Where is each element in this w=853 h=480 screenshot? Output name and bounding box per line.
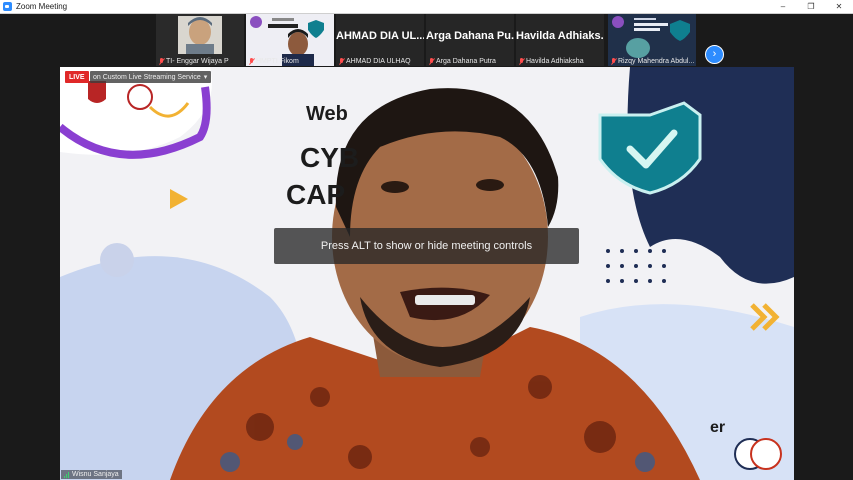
participant-tile[interactable]: AHMAD DIA UL... AHMAD DIA ULHAQ xyxy=(336,14,424,66)
participant-name: AHMAD DIA UL... xyxy=(336,30,424,42)
mic-muted-icon xyxy=(339,58,344,65)
title-bar: Zoom Meeting – ❐ ✕ xyxy=(0,0,853,14)
participant-name: Arga Dahana Pu... xyxy=(426,30,514,42)
zoom-app-icon xyxy=(3,2,12,11)
participant-label: HMPTI Fikom xyxy=(256,58,299,65)
stream-target-label: on Custom Live Streaming Service xyxy=(93,73,201,81)
participant-name: Havilda Adhiaks... xyxy=(516,30,604,42)
chevron-right-icon[interactable]: › xyxy=(705,45,724,64)
participant-tile[interactable]: Arga Dahana Pu... Arga Dahana Putra xyxy=(426,14,514,66)
speaker-video-frame xyxy=(60,67,794,480)
live-stream-dropdown[interactable]: on Custom Live Streaming Service ▾ xyxy=(90,71,212,83)
mic-muted-icon xyxy=(249,58,254,65)
chevron-down-icon: ▾ xyxy=(203,74,208,81)
active-speaker-video[interactable]: Web CYB CAP er LIVE on Custom Live Strea… xyxy=(60,67,794,480)
participant-label: Rizqy Mahendra Abdul... xyxy=(618,58,695,65)
window-title: Zoom Meeting xyxy=(16,2,68,11)
participant-label: AHMAD DIA ULHAQ xyxy=(346,58,411,65)
signal-strength-icon xyxy=(64,471,69,478)
speaker-name: Wisnu Sanjaya xyxy=(72,471,119,478)
banner-text: CYB xyxy=(300,142,360,173)
close-button[interactable]: ✕ xyxy=(825,0,853,13)
live-badge[interactable]: LIVE xyxy=(65,71,89,83)
speaker-name-label: Wisnu Sanjaya xyxy=(61,470,122,479)
mic-muted-icon xyxy=(159,58,164,65)
banner-text: Web xyxy=(306,103,348,125)
participant-strip: TI- Enggar Wijaya P HMPTI Fikom AHMAD DI… xyxy=(0,14,853,66)
mic-muted-icon xyxy=(429,58,434,65)
participant-label: TI- Enggar Wijaya P xyxy=(166,58,229,65)
banner-text: CAP xyxy=(286,179,346,210)
participant-tile[interactable]: Rizqy Mahendra Abdul... xyxy=(608,14,696,66)
minimize-button[interactable]: – xyxy=(769,0,797,13)
mic-muted-icon xyxy=(611,58,616,65)
participant-tile[interactable]: TI- Enggar Wijaya P xyxy=(156,14,244,66)
participant-label: Arga Dahana Putra xyxy=(436,58,496,65)
banner-text: er xyxy=(710,419,726,436)
window-controls: – ❐ ✕ xyxy=(769,0,853,13)
participant-label: Havilda Adhiaksha xyxy=(526,58,584,65)
participant-tile[interactable]: HMPTI Fikom xyxy=(246,14,334,66)
mic-muted-icon xyxy=(519,58,524,65)
meeting-controls-hint: Press ALT to show or hide meeting contro… xyxy=(274,228,579,264)
participant-tile[interactable]: Havilda Adhiaks... Havilda Adhiaksha xyxy=(516,14,604,66)
maximize-button[interactable]: ❐ xyxy=(797,0,825,13)
